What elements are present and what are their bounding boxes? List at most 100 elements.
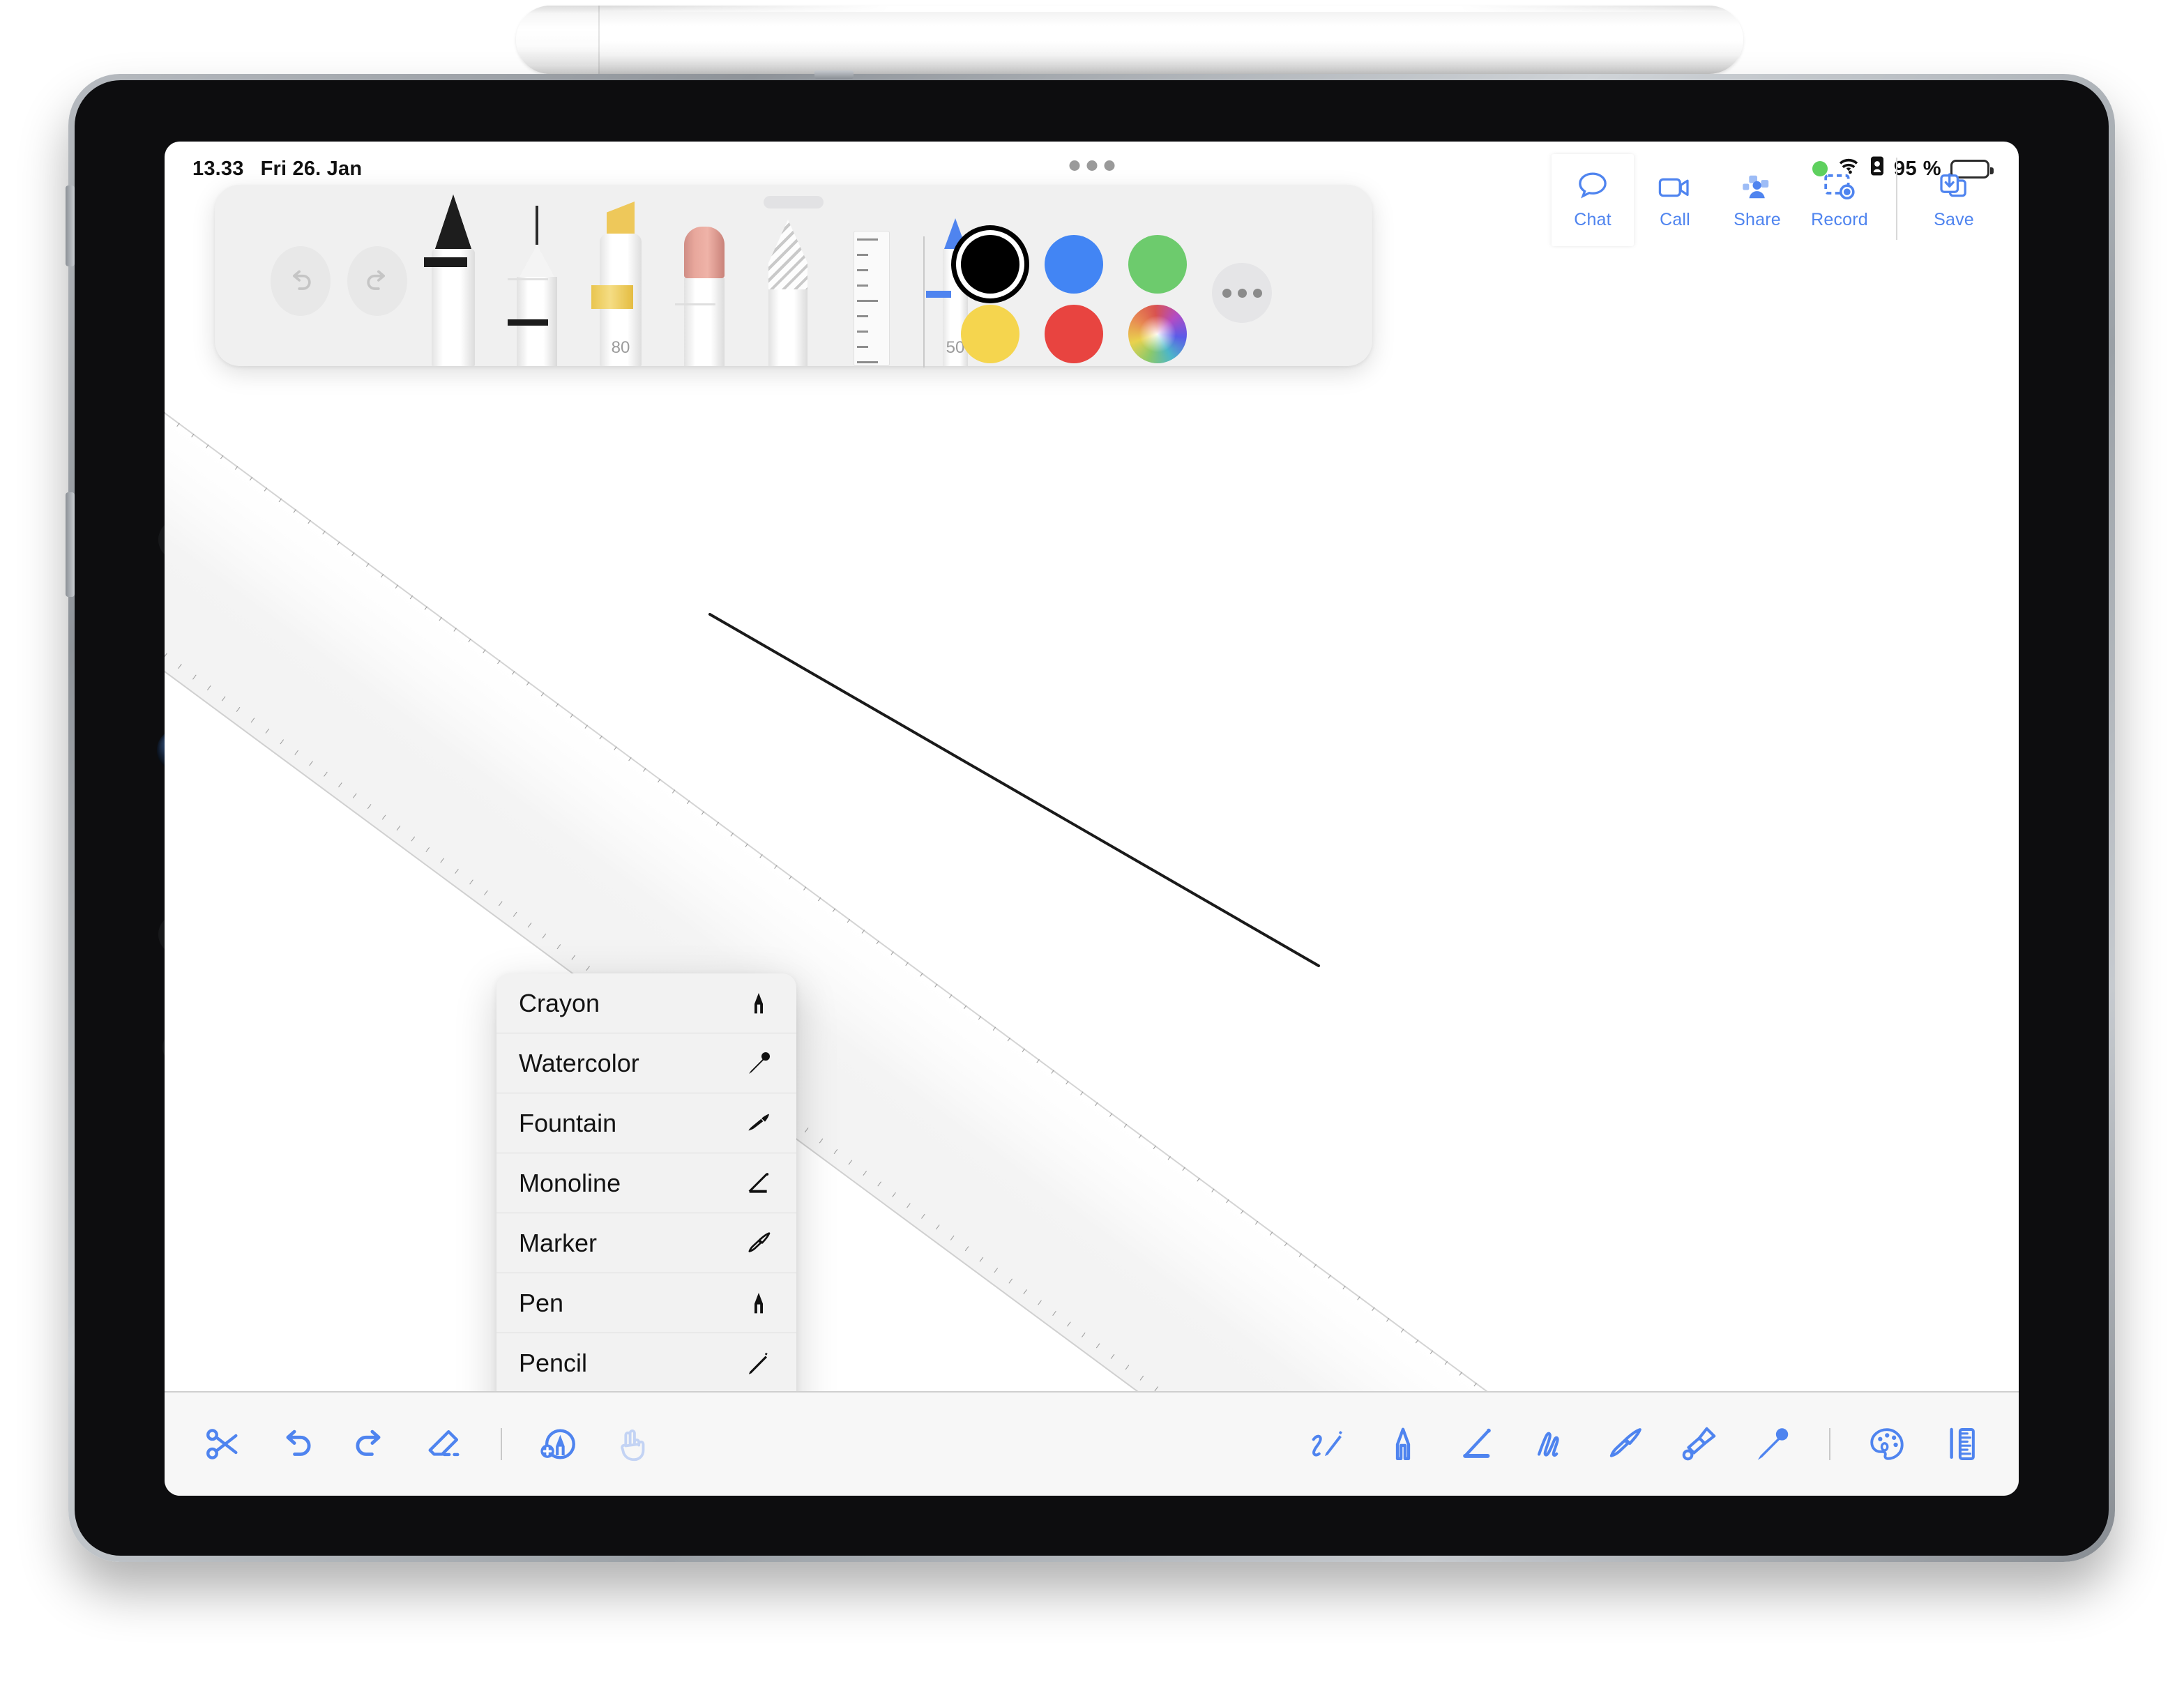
- add-pen-icon[interactable]: [537, 1422, 580, 1466]
- ruler-icon: [854, 231, 890, 366]
- menu-item-pencil[interactable]: Pencil: [496, 1333, 796, 1393]
- fountain-brush-icon[interactable]: [1677, 1422, 1720, 1466]
- color-swatch-black[interactable]: [961, 235, 1019, 294]
- record-label: Record: [1811, 210, 1868, 229]
- share-people-icon: [1738, 168, 1776, 206]
- eraser-cap-icon: [684, 227, 725, 278]
- marker-brush-icon: [742, 1227, 775, 1260]
- power-button[interactable]: [66, 185, 75, 266]
- status-time: 13.33: [192, 157, 244, 180]
- pencilkit-palette[interactable]: 80 50: [215, 185, 1372, 367]
- menu-label-marker: Marker: [519, 1228, 598, 1257]
- highlighter-shaft: 80: [591, 234, 642, 366]
- top-action-bar: Chat Call Share Record Save: [1552, 154, 1995, 246]
- canvas-content: [165, 395, 1488, 1391]
- apple-pencil-highlight: [607, 6, 1743, 12]
- ruler-pen-icon[interactable]: [1939, 1422, 1982, 1466]
- status-date: Fri 26. Jan: [260, 157, 363, 180]
- fineliner-tip-icon: [536, 206, 538, 245]
- marker-brush-icon[interactable]: [1603, 1422, 1646, 1466]
- menu-item-pen[interactable]: Pen: [496, 1273, 796, 1333]
- highlighter-size-badge: 80: [611, 338, 630, 357]
- bottom-divider: [1829, 1428, 1830, 1460]
- share-button[interactable]: Share: [1716, 154, 1798, 239]
- toolbar-divider: [1896, 158, 1897, 240]
- eraser-icon[interactable]: [423, 1422, 466, 1466]
- ipad-frame: 13.33 Fri 26. Jan 95 % Chat Call Share R…: [66, 70, 2115, 1562]
- tool-crayon[interactable]: [759, 220, 817, 366]
- color-swatch-red[interactable]: [1045, 305, 1103, 363]
- color-swatches: [961, 235, 1197, 363]
- color-swatch-color-wheel[interactable]: [1128, 305, 1187, 363]
- diagonal-ruler: [165, 395, 1488, 1391]
- redo-icon[interactable]: [349, 1422, 392, 1466]
- chat-bubble-icon: [1574, 168, 1612, 206]
- more-dots-icon[interactable]: [1212, 263, 1272, 323]
- volume-button[interactable]: [66, 492, 75, 597]
- apple-pencil: [516, 6, 1743, 74]
- bottom-toolbar: [165, 1391, 2019, 1496]
- cut-scissors-icon[interactable]: [201, 1422, 244, 1466]
- video-camera-icon: [1656, 168, 1694, 206]
- call-button[interactable]: Call: [1634, 154, 1716, 239]
- menu-item-crayon[interactable]: Crayon: [496, 973, 796, 1033]
- palette-divider: [923, 236, 925, 367]
- tool-ruler[interactable]: [842, 231, 901, 366]
- record-screen-icon: [1821, 168, 1858, 206]
- tool-highlighter[interactable]: 80: [591, 202, 650, 366]
- color-swatch-green[interactable]: [1128, 235, 1187, 294]
- bottom-divider: [501, 1428, 502, 1460]
- chat-button[interactable]: Chat: [1552, 154, 1634, 246]
- eraser-shaft: [675, 278, 725, 366]
- tool-context-menu[interactable]: Crayon Watercolor Fountain Monoline Mark…: [496, 973, 796, 1453]
- pen-icon[interactable]: [1381, 1422, 1425, 1466]
- multitask-dots-icon[interactable]: [1069, 160, 1114, 171]
- menu-label-fountain: Fountain: [519, 1108, 617, 1137]
- eyedropper-icon[interactable]: [1751, 1422, 1794, 1466]
- screenshot-root: 13.33 Fri 26. Jan 95 % Chat Call Share R…: [0, 0, 2184, 1707]
- frame-antenna-nub: [814, 70, 854, 79]
- pen-shaft: [424, 249, 475, 366]
- ipad-bezel: 13.33 Fri 26. Jan 95 % Chat Call Share R…: [75, 80, 2109, 1556]
- menu-item-watercolor[interactable]: Watercolor: [496, 1033, 796, 1093]
- record-button[interactable]: Record: [1798, 154, 1881, 239]
- tool-eraser[interactable]: [675, 227, 734, 366]
- menu-item-monoline[interactable]: Monoline: [496, 1153, 796, 1213]
- crayon-nib-icon: [768, 220, 807, 289]
- crayon-squiggle-icon[interactable]: [1529, 1422, 1572, 1466]
- monoline-icon[interactable]: [1455, 1422, 1499, 1466]
- menu-label-pencil: Pencil: [519, 1348, 588, 1377]
- redo-icon[interactable]: [347, 246, 407, 316]
- highlighter-chisel-icon: [607, 202, 635, 234]
- apple-pencil-tip: [516, 6, 600, 74]
- tool-pen[interactable]: [424, 195, 483, 366]
- hand-pan-icon[interactable]: [611, 1422, 654, 1466]
- undo-icon[interactable]: [275, 1422, 318, 1466]
- menu-label-crayon: Crayon: [519, 988, 600, 1017]
- bottom-toolbar-right: [1307, 1422, 1982, 1466]
- pencil-icon: [742, 1346, 775, 1380]
- crayon-icon: [742, 987, 775, 1020]
- color-swatch-blue[interactable]: [1045, 235, 1103, 294]
- save-label: Save: [1934, 210, 1974, 229]
- pencil-sketch-icon[interactable]: [1307, 1422, 1351, 1466]
- monoline-icon: [742, 1167, 775, 1200]
- tool-fineliner[interactable]: [508, 206, 566, 366]
- save-download-icon: [1935, 168, 1973, 206]
- eyedropper-icon: [742, 1047, 775, 1080]
- pen-nib-icon: [435, 195, 471, 249]
- crayon-shaft: [768, 289, 807, 366]
- undo-icon[interactable]: [271, 246, 331, 316]
- drawing-canvas[interactable]: [165, 196, 2019, 1391]
- menu-item-marker[interactable]: Marker: [496, 1213, 796, 1273]
- color-swatch-yellow[interactable]: [961, 305, 1019, 363]
- call-label: Call: [1660, 210, 1690, 229]
- save-button[interactable]: Save: [1913, 154, 1995, 239]
- menu-item-fountain[interactable]: Fountain: [496, 1093, 796, 1153]
- share-label: Share: [1734, 210, 1781, 229]
- fineliner-cone: [520, 245, 554, 277]
- bottom-toolbar-left: [201, 1422, 654, 1466]
- fountain-brush-icon: [742, 1107, 775, 1140]
- ipad-screen: 13.33 Fri 26. Jan 95 % Chat Call Share R…: [165, 142, 2019, 1496]
- palette-icon[interactable]: [1865, 1422, 1909, 1466]
